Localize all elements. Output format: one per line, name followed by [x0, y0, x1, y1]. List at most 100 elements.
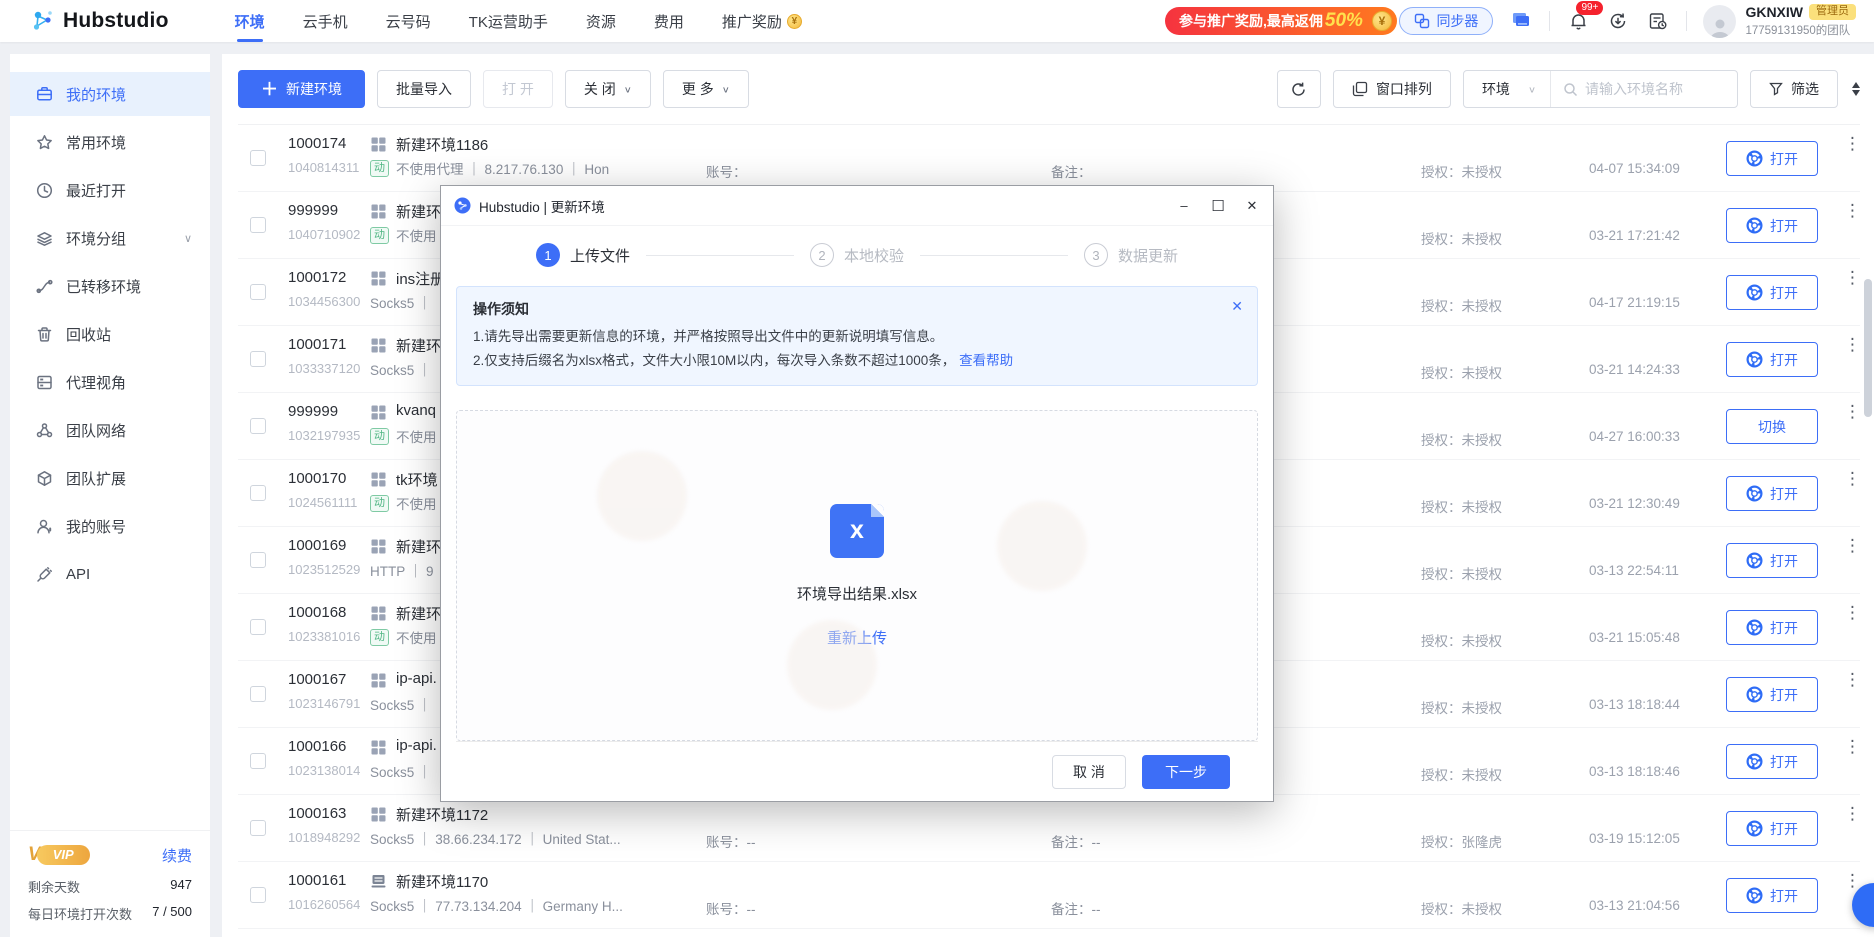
- next-step-button[interactable]: 下一步: [1142, 755, 1230, 789]
- row-more-menu[interactable]: ⋮: [1844, 742, 1858, 753]
- step-number: 1: [536, 243, 560, 267]
- cancel-button[interactable]: 取 消: [1052, 755, 1126, 789]
- billing-record-icon[interactable]: [1646, 9, 1670, 33]
- open-row-button[interactable]: 打开: [1726, 275, 1818, 310]
- grid-icon: [370, 672, 387, 689]
- row-checkbox[interactable]: [250, 150, 266, 166]
- switch-row-button[interactable]: 切换: [1726, 409, 1818, 444]
- sidebar-item-my-account[interactable]: 我的账号: [10, 504, 210, 548]
- step-number: 2: [810, 243, 834, 267]
- refresh-button[interactable]: [1277, 70, 1321, 108]
- row-action-label: 打开: [1770, 886, 1798, 906]
- row-checkbox[interactable]: [250, 686, 266, 702]
- modal-titlebar: Hubstudio | 更新环境 – ☐ ✕: [441, 186, 1273, 226]
- notifications-bell-icon[interactable]: 99+: [1566, 9, 1590, 33]
- close-dropdown-button[interactable]: 关 闭∨: [565, 70, 651, 108]
- open-row-button[interactable]: 打开: [1726, 141, 1818, 176]
- sidebar-item-recent[interactable]: 最近打开: [10, 168, 210, 212]
- row-more-menu[interactable]: ⋮: [1844, 340, 1858, 351]
- promo-banner[interactable]: 参与推广奖励,最高返佣50% ¥: [1165, 7, 1397, 35]
- row-checkbox[interactable]: [250, 418, 266, 434]
- auth-cell: 授权：未授权: [1421, 496, 1502, 516]
- nav-item-cloud-phone[interactable]: 云手机: [303, 0, 348, 42]
- search-input[interactable]: [1585, 81, 1725, 97]
- maximize-button[interactable]: ☐: [1201, 190, 1235, 222]
- nav-item-cloud-number[interactable]: 云号码: [386, 0, 431, 42]
- row-more-menu[interactable]: ⋮: [1844, 541, 1858, 552]
- row-more-menu[interactable]: ⋮: [1844, 273, 1858, 284]
- row-more-menu[interactable]: ⋮: [1844, 407, 1858, 418]
- proxy-text: HTTP ｜ 9: [370, 560, 434, 580]
- step-indicator: 1上传文件2本地校验3数据更新: [456, 243, 1258, 267]
- sidebar-item-team-extend[interactable]: 团队扩展: [10, 456, 210, 500]
- row-checkbox[interactable]: [250, 753, 266, 769]
- open-row-button[interactable]: 打开: [1726, 744, 1818, 779]
- nav-item-resources[interactable]: 资源: [586, 0, 616, 42]
- row-action-label: 打开: [1770, 752, 1798, 772]
- sidebar-item-api[interactable]: API: [10, 552, 210, 596]
- open-row-button[interactable]: 打开: [1726, 878, 1818, 913]
- funnel-icon: [1769, 82, 1783, 96]
- row-more-menu[interactable]: ⋮: [1844, 809, 1858, 820]
- row-action-label: 打开: [1770, 216, 1798, 236]
- new-env-button[interactable]: ＋新建环境: [238, 70, 365, 108]
- open-row-button[interactable]: 打开: [1726, 208, 1818, 243]
- user-account[interactable]: GKNXIW 管理员 17759131950的团队: [1703, 4, 1856, 39]
- row-more-menu[interactable]: ⋮: [1844, 139, 1858, 150]
- open-row-button[interactable]: 打开: [1726, 543, 1818, 578]
- filter-button[interactable]: 筛选: [1750, 70, 1838, 108]
- window-manager-icon[interactable]: [1509, 9, 1533, 33]
- batch-import-button[interactable]: 批量导入: [377, 70, 471, 108]
- update-icon[interactable]: [1606, 9, 1630, 33]
- row-checkbox[interactable]: [250, 217, 266, 233]
- env-serial: 1024561111: [288, 495, 357, 510]
- row-more-menu[interactable]: ⋮: [1844, 675, 1858, 686]
- role-badge: 管理员: [1809, 4, 1856, 20]
- more-dropdown-button[interactable]: 更 多∨: [663, 70, 749, 108]
- nav-item-env[interactable]: 环境: [235, 0, 265, 42]
- row-action-label: 打开: [1770, 350, 1798, 370]
- open-row-button[interactable]: 打开: [1726, 677, 1818, 712]
- open-row-button[interactable]: 打开: [1726, 342, 1818, 377]
- upload-dropzone[interactable]: x 环境导出结果.xlsx 重新上传: [456, 410, 1258, 741]
- row-checkbox[interactable]: [250, 887, 266, 903]
- window-controls: – ☐ ✕: [1167, 190, 1269, 222]
- sync-button[interactable]: 同步器: [1399, 7, 1493, 35]
- column-sort-control[interactable]: [1852, 82, 1860, 96]
- nav-item-tk-assistant[interactable]: TK运营助手: [469, 0, 548, 42]
- app-logo[interactable]: Hubstudio: [30, 8, 169, 34]
- close-button[interactable]: ✕: [1235, 190, 1269, 222]
- sidebar-item-proxy-view[interactable]: 代理视角: [10, 360, 210, 404]
- sidebar-item-transferred[interactable]: 已转移环境: [10, 264, 210, 308]
- row-checkbox[interactable]: [250, 619, 266, 635]
- nav-item-billing[interactable]: 费用: [654, 0, 684, 42]
- sync-icon: [1414, 13, 1430, 29]
- scrollbar[interactable]: [1864, 279, 1872, 417]
- account-cell: 账号：--: [706, 831, 756, 851]
- sidebar-item-team-network[interactable]: 团队网络: [10, 408, 210, 452]
- sidebar-item-my-env[interactable]: 我的环境: [10, 72, 210, 116]
- help-link[interactable]: 查看帮助: [959, 353, 1013, 368]
- sidebar-item-favorites[interactable]: 常用环境: [10, 120, 210, 164]
- row-checkbox[interactable]: [250, 284, 266, 300]
- open-button[interactable]: 打 开: [483, 70, 553, 108]
- open-row-button[interactable]: 打开: [1726, 811, 1818, 846]
- open-row-button[interactable]: 打开: [1726, 610, 1818, 645]
- row-checkbox[interactable]: [250, 552, 266, 568]
- nav-item-promo-reward[interactable]: 推广奖励¥: [722, 0, 802, 42]
- row-more-menu[interactable]: ⋮: [1844, 608, 1858, 619]
- row-more-menu[interactable]: ⋮: [1844, 206, 1858, 217]
- row-checkbox[interactable]: [250, 485, 266, 501]
- notice-close-icon[interactable]: ✕: [1231, 298, 1243, 315]
- row-checkbox[interactable]: [250, 820, 266, 836]
- minimize-button[interactable]: –: [1167, 190, 1201, 222]
- row-more-menu[interactable]: ⋮: [1844, 474, 1858, 485]
- open-row-button[interactable]: 打开: [1726, 476, 1818, 511]
- row-checkbox[interactable]: [250, 351, 266, 367]
- renew-link[interactable]: 续费: [162, 845, 192, 866]
- sidebar-item-groups[interactable]: 环境分组∨: [10, 216, 210, 260]
- window-arrange-button[interactable]: 窗口排列: [1333, 70, 1451, 108]
- search-field-select[interactable]: 环境 ∨: [1464, 79, 1550, 99]
- row-more-menu[interactable]: ⋮: [1844, 876, 1858, 887]
- sidebar-item-recycle[interactable]: 回收站: [10, 312, 210, 356]
